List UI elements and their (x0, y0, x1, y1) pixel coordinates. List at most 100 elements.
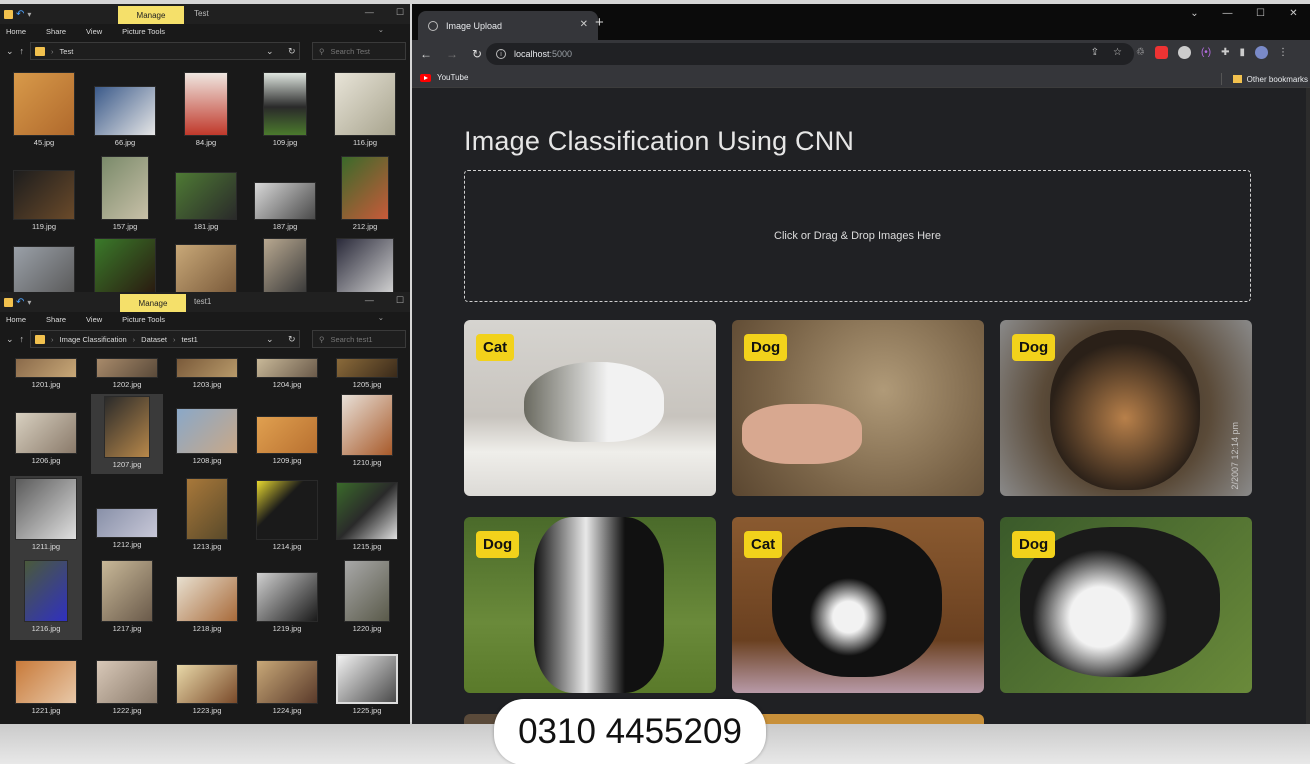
file-item[interactable]: 157.jpg (89, 156, 161, 231)
chevron-down-icon[interactable]: ⌄ (1178, 8, 1211, 19)
file-item[interactable]: 1203.jpg (171, 358, 243, 389)
menu-kebab-icon[interactable]: ⋮ (1278, 47, 1288, 58)
ribbon-tab-share[interactable]: Share (46, 315, 66, 324)
path-box[interactable]: › Test (30, 42, 301, 60)
profile-avatar[interactable] (1255, 46, 1269, 59)
chevron-down-icon[interactable]: ⌄ (266, 334, 274, 345)
file-item[interactable]: 1204.jpg (251, 358, 323, 389)
file-item[interactable]: 109.jpg (249, 72, 321, 147)
manage-tab[interactable]: Manage (118, 6, 184, 24)
folder-icon[interactable] (4, 297, 13, 307)
bookmark-youtube[interactable]: YouTube (437, 73, 468, 82)
forward-icon[interactable]: → (446, 47, 458, 61)
file-item[interactable]: 1201.jpg (10, 358, 82, 389)
undo-icon[interactable]: ↶ (16, 297, 24, 307)
file-item[interactable]: 1207.jpg (91, 394, 163, 474)
chevron-down-icon[interactable]: ⌄ (378, 25, 384, 34)
chevron-down-icon[interactable]: ⌄ (266, 46, 274, 57)
extension-off-icon[interactable] (1154, 46, 1168, 59)
file-item[interactable]: 1214.jpg (251, 480, 323, 551)
ribbon-tab-home[interactable]: Home (6, 315, 26, 324)
puzzle-icon[interactable]: ✚ (1221, 47, 1229, 58)
refresh-icon[interactable]: ↻ (288, 334, 296, 345)
file-item[interactable]: 1209.jpg (251, 416, 323, 465)
chevron-down-icon[interactable]: ⌄ (378, 313, 384, 322)
maximize-icon[interactable]: ☐ (396, 295, 404, 306)
ribbon-tab-view[interactable]: View (86, 315, 102, 324)
file-item[interactable]: 1218.jpg (171, 576, 243, 633)
file-item[interactable]: 1217.jpg (91, 560, 163, 633)
back-icon[interactable]: ← (420, 47, 432, 61)
file-item[interactable]: 1215.jpg (331, 482, 403, 551)
file-item[interactable] (8, 246, 80, 292)
ribbon-tab-home[interactable]: Home (6, 27, 26, 36)
minimize-icon[interactable]: — (365, 295, 374, 306)
ribbon-tab-share[interactable]: Share (46, 27, 66, 36)
file-item[interactable]: 1202.jpg (91, 358, 163, 389)
file-item[interactable]: 66.jpg (89, 86, 161, 147)
search-input[interactable]: ⚲ Search Test (312, 42, 406, 60)
path-segment[interactable]: Image Classification (60, 335, 127, 344)
extension-circle-icon[interactable] (1177, 46, 1191, 59)
file-item[interactable]: 84.jpg (170, 72, 242, 147)
other-bookmarks[interactable]: Other bookmarks (1220, 73, 1308, 85)
address-bar[interactable]: i localhost:5000 ⇪ ☆ (486, 43, 1134, 65)
new-tab-button[interactable]: + (595, 14, 604, 31)
share-icon[interactable]: ⇪ (1091, 47, 1099, 58)
maximize-icon[interactable]: ☐ (1244, 8, 1277, 19)
file-item[interactable]: 1206.jpg (10, 412, 82, 465)
file-item[interactable]: 116.jpg (329, 72, 401, 147)
undo-icon[interactable]: ↶ (16, 9, 24, 19)
ribbon-tab-picture-tools[interactable]: Picture Tools (122, 315, 165, 324)
up-arrow-icon[interactable]: ↑ (20, 46, 25, 56)
file-item[interactable]: 1221.jpg (10, 660, 82, 715)
file-item[interactable]: 1212.jpg (91, 508, 163, 549)
ribbon-tab-view[interactable]: View (86, 27, 102, 36)
chevron-down-icon[interactable]: ⌄ (6, 334, 14, 345)
chevron-down-icon[interactable]: ▾ (27, 298, 31, 307)
file-item[interactable]: 1216.jpg (10, 558, 82, 640)
file-item[interactable]: 187.jpg (249, 182, 321, 231)
file-item[interactable]: 1219.jpg (251, 572, 323, 633)
manage-tab[interactable]: Manage (120, 294, 186, 312)
file-item[interactable] (89, 238, 161, 292)
file-item[interactable]: 45.jpg (8, 72, 80, 147)
file-item[interactable] (329, 238, 401, 292)
extension-brackets-icon[interactable]: (•) (1201, 47, 1211, 58)
search-input[interactable]: ⚲ Search test1 (312, 330, 406, 348)
ribbon-tab-picture-tools[interactable]: Picture Tools (122, 27, 165, 36)
maximize-icon[interactable]: ☐ (396, 7, 404, 18)
info-icon[interactable]: i (496, 49, 506, 59)
path-segment[interactable]: Test (60, 47, 74, 56)
page-scrollbar[interactable] (1306, 88, 1310, 724)
file-item[interactable]: 1211.jpg (10, 476, 82, 558)
minimize-icon[interactable]: — (1211, 8, 1244, 19)
refresh-icon[interactable]: ↻ (288, 46, 296, 57)
path-box[interactable]: › Image Classification › Dataset › test1 (30, 330, 301, 348)
reload-icon[interactable]: ↻ (472, 47, 482, 61)
file-item[interactable]: 1225.jpg (331, 654, 403, 715)
file-item[interactable]: 1222.jpg (91, 660, 163, 715)
folder-icon[interactable] (4, 9, 13, 19)
file-item[interactable]: 181.jpg (170, 172, 242, 231)
file-item[interactable]: 1224.jpg (251, 660, 323, 715)
star-icon[interactable]: ☆ (1113, 47, 1122, 58)
chevron-down-icon[interactable]: ▾ (27, 10, 31, 19)
file-item[interactable]: 1220.jpg (331, 560, 403, 633)
extension-recycle-icon[interactable]: ♲ (1136, 47, 1145, 58)
close-icon[interactable]: ✕ (580, 19, 588, 30)
up-arrow-icon[interactable]: ↑ (20, 334, 25, 344)
path-segment[interactable]: test1 (182, 335, 198, 344)
close-icon[interactable]: ✕ (1277, 8, 1310, 19)
image-dropzone[interactable]: Click or Drag & Drop Images Here (464, 170, 1251, 302)
file-item[interactable]: 119.jpg (8, 170, 80, 231)
file-item[interactable]: 1210.jpg (331, 394, 403, 467)
chevron-down-icon[interactable]: ⌄ (6, 46, 14, 57)
file-item[interactable]: 1208.jpg (171, 408, 243, 465)
minimize-icon[interactable]: — (365, 7, 374, 18)
tab-image-upload[interactable]: Image Upload ✕ (418, 11, 598, 40)
path-segment[interactable]: Dataset (141, 335, 167, 344)
sidebar-icon[interactable]: ▮ (1240, 47, 1246, 58)
file-item[interactable] (170, 244, 242, 292)
file-item[interactable]: 1213.jpg (171, 478, 243, 551)
